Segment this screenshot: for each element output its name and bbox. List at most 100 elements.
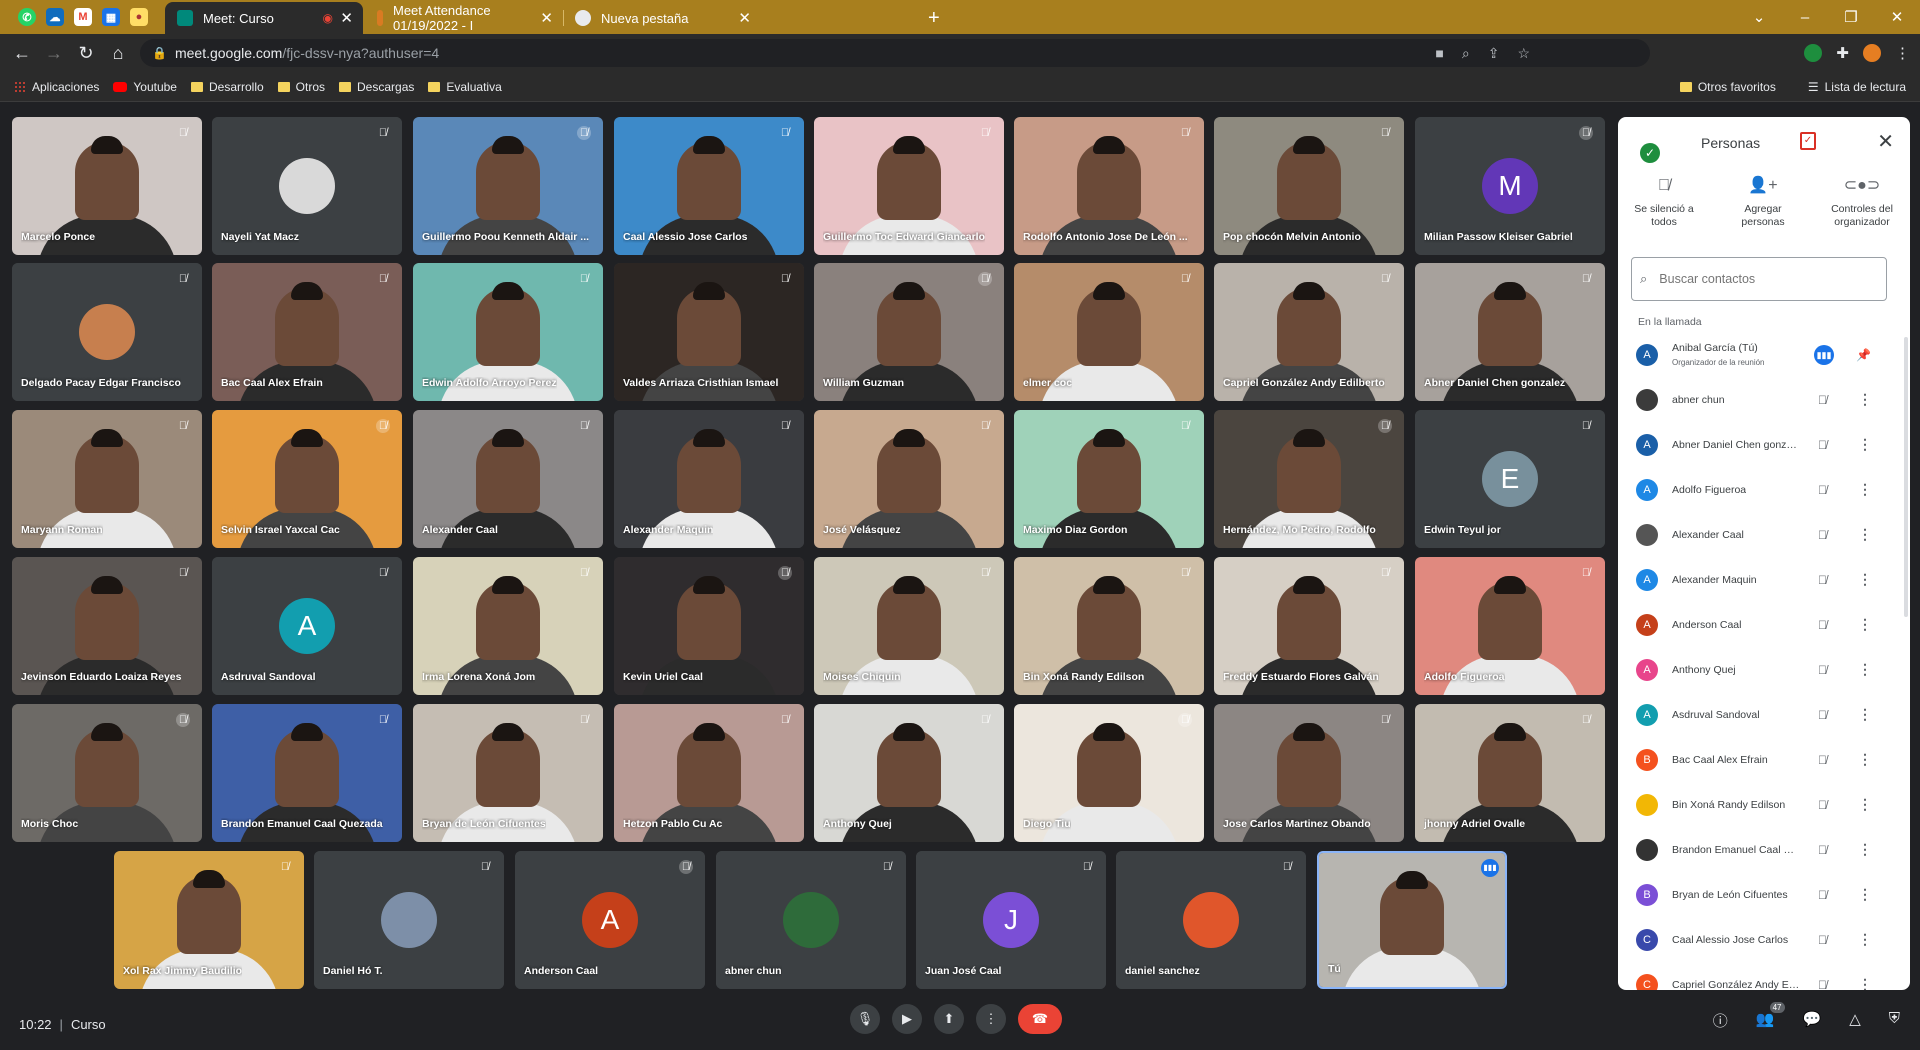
participant-tile[interactable]: J Juan José Caal 🎙̸ xyxy=(916,851,1106,989)
mic-button[interactable]: 🎙 xyxy=(850,1004,880,1034)
participant-tile[interactable]: Alexander Caal 🎙̸ xyxy=(413,410,603,548)
participant-tile[interactable]: Moris Choc 🎙̸ xyxy=(12,704,202,842)
muted-mic-icon[interactable]: 🎙̸ xyxy=(1818,753,1827,767)
participant-tile[interactable]: Maryann Roman 🎙̸ xyxy=(12,410,202,548)
muted-mic-icon[interactable]: 🎙̸ xyxy=(1818,798,1827,812)
bookmark-otros[interactable]: Otros xyxy=(277,80,325,94)
participant-tile[interactable]: Abner Daniel Chen gonzalez 🎙̸ xyxy=(1415,263,1605,401)
more-vert-icon[interactable]: ⋮ xyxy=(1858,571,1872,588)
shield-icon[interactable]: ⛨ xyxy=(1889,1010,1900,1031)
more-vert-icon[interactable]: ⋮ xyxy=(1858,706,1872,723)
list-item[interactable]: Bin Xoná Randy Edilson 🎙̸ ⋮ xyxy=(1618,782,1910,827)
tab-meet[interactable]: Meet: Curso ◉ ✕ xyxy=(165,2,363,34)
participant-tile[interactable]: Valdes Arriaza Cristhian Ismael 🎙̸ xyxy=(614,263,804,401)
host-controls-button[interactable]: ⊂●⊃ Controles del organizador xyxy=(1822,178,1902,229)
muted-mic-icon[interactable]: 🎙̸ xyxy=(1818,438,1827,452)
scrollbar[interactable] xyxy=(1904,337,1908,617)
activities-icon[interactable]: △ xyxy=(1849,1010,1861,1031)
participant-tile[interactable]: Caal Alessio Jose Carlos 🎙̸ xyxy=(614,117,804,255)
profile-avatar-icon[interactable] xyxy=(1863,44,1881,62)
participant-tile[interactable]: Irma Lorena Xoná Jom 🎙̸ xyxy=(413,557,603,695)
pin-icon[interactable]: 📌 xyxy=(1856,348,1871,362)
participant-tile[interactable]: Anthony Quej 🎙̸ xyxy=(814,704,1004,842)
minimize-icon[interactable]: – xyxy=(1782,9,1828,26)
participant-tile[interactable]: elmer coc 🎙̸ xyxy=(1014,263,1204,401)
camera-icon[interactable]: ■ xyxy=(1435,45,1443,61)
participant-tile[interactable]: Jose Carlos Martinez Obando 🎙̸ xyxy=(1214,704,1404,842)
participant-tile[interactable]: abner chun 🎙̸ xyxy=(716,851,906,989)
puzzle-extensions-icon[interactable]: ✚ xyxy=(1836,44,1849,62)
muted-mic-icon[interactable]: 🎙̸ xyxy=(1818,888,1827,902)
more-vert-icon[interactable]: ⋮ xyxy=(1858,886,1872,903)
participant-tile[interactable]: Brandon Emanuel Caal Quezada 🎙̸ xyxy=(212,704,402,842)
participant-tile[interactable]: Edwin Adolfo Arroyo Perez 🎙̸ xyxy=(413,263,603,401)
camera-button[interactable]: ▶ xyxy=(892,1004,922,1034)
forward-icon[interactable]: → xyxy=(38,43,70,64)
list-item[interactable]: A Asdruval Sandoval 🎙̸ ⋮ xyxy=(1618,692,1910,737)
participant-tile[interactable]: José Velásquez 🎙̸ xyxy=(814,410,1004,548)
add-people-button[interactable]: 👤+ Agregar personas xyxy=(1723,178,1803,229)
more-vert-icon[interactable]: ⋮ xyxy=(1858,436,1872,453)
list-item[interactable]: A Anderson Caal 🎙̸ ⋮ xyxy=(1618,602,1910,647)
more-vert-icon[interactable]: ⋮ xyxy=(1858,841,1872,858)
muted-mic-icon[interactable]: 🎙̸ xyxy=(1818,663,1827,677)
gmail-icon[interactable]: M xyxy=(74,8,92,26)
menu-kebab-icon[interactable]: ⋮ xyxy=(1895,44,1910,62)
more-vert-icon[interactable]: ⋮ xyxy=(1858,796,1872,813)
tab-new[interactable]: Nueva pestaña ✕ xyxy=(563,2,761,34)
bookmark-desarrollo[interactable]: Desarrollo xyxy=(190,80,264,94)
more-vert-icon[interactable]: ⋮ xyxy=(1858,526,1872,543)
close-window-icon[interactable]: ✕ xyxy=(1874,8,1920,26)
muted-mic-icon[interactable]: 🎙̸ xyxy=(1818,573,1827,587)
list-item[interactable]: A Anthony Quej 🎙̸ ⋮ xyxy=(1618,647,1910,692)
participant-tile[interactable]: Moises Chiquin 🎙̸ xyxy=(814,557,1004,695)
search-input[interactable] xyxy=(1659,272,1860,286)
bookmark-descargas[interactable]: Descargas xyxy=(339,80,414,94)
participant-tile[interactable]: E Edwin Teyul jor 🎙̸ xyxy=(1415,410,1605,548)
list-item[interactable]: abner chun 🎙̸ ⋮ xyxy=(1618,377,1910,422)
bookmark-youtube[interactable]: Youtube xyxy=(113,80,177,94)
muted-mic-icon[interactable]: 🎙̸ xyxy=(1818,483,1827,497)
tab-search-icon[interactable]: ⌄ xyxy=(1736,8,1782,26)
calendar-icon[interactable]: ▦ xyxy=(102,8,120,26)
participant-tile[interactable]: Xol Rax Jimmy Baudilio 🎙̸ xyxy=(114,851,304,989)
participant-tile[interactable]: Marcelo Ponce 🎙̸ xyxy=(12,117,202,255)
participant-tile[interactable]: Adolfo Figueroa 🎙̸ xyxy=(1415,557,1605,695)
muted-mic-icon[interactable]: 🎙̸ xyxy=(1818,843,1827,857)
participant-tile[interactable]: Tú ▮▮▮ xyxy=(1317,851,1507,989)
list-item[interactable]: A Adolfo Figueroa 🎙̸ ⋮ xyxy=(1618,467,1910,512)
participant-tile[interactable]: Nayeli Yat Macz 🎙̸ xyxy=(212,117,402,255)
tab-attendance[interactable]: Meet Attendance 01/19/2022 - I ✕ xyxy=(365,2,563,34)
address-bar[interactable]: 🔒 meet.google.com/fjc-dssv-nya?authuser=… xyxy=(140,39,1650,67)
bookmark-star-icon[interactable]: ☆ xyxy=(1517,45,1530,62)
leave-call-button[interactable]: ☎ xyxy=(1018,1004,1062,1034)
whatsapp-icon[interactable]: ✆ xyxy=(18,8,36,26)
more-vert-icon[interactable]: ⋮ xyxy=(1858,391,1872,408)
muted-mic-icon[interactable]: 🎙̸ xyxy=(1818,618,1827,632)
participant-tile[interactable]: Bryan de León Cifuentes 🎙̸ xyxy=(413,704,603,842)
participant-tile[interactable]: Pop chocón Melvin Antonio 🎙̸ xyxy=(1214,117,1404,255)
participant-tile[interactable]: Diego Tiu 🎙̸ xyxy=(1014,704,1204,842)
participant-tile[interactable]: Hetzon Pablo Cu Ac 🎙̸ xyxy=(614,704,804,842)
participant-tile[interactable]: Bac Caal Alex Efrain 🎙̸ xyxy=(212,263,402,401)
list-item[interactable]: A Alexander Maquin 🎙̸ ⋮ xyxy=(1618,557,1910,602)
participant-tile[interactable]: Freddy Estuardo Flores Galván 🎙̸ xyxy=(1214,557,1404,695)
people-button[interactable]: 👥 47 xyxy=(1756,1002,1785,1031)
more-vert-icon[interactable]: ⋮ xyxy=(1858,931,1872,948)
participant-tile[interactable]: Alexander Maquin 🎙̸ xyxy=(614,410,804,548)
participant-tile[interactable]: Guillermo Poou Kenneth Aldair ... 🎙̸ xyxy=(413,117,603,255)
bookmark-apps[interactable]: Aplicaciones xyxy=(14,80,99,94)
participant-tile[interactable]: M Milian Passow Kleiser Gabriel 🎙̸ xyxy=(1415,117,1605,255)
restore-icon[interactable]: ❐ xyxy=(1828,8,1874,26)
participant-tile[interactable]: A Anderson Caal 🎙̸ xyxy=(515,851,705,989)
grammarly-check-icon[interactable] xyxy=(1804,44,1823,62)
participant-tile[interactable]: Hernández, Mo Pedro, Rodolfo 🎙̸ xyxy=(1214,410,1404,548)
more-vert-icon[interactable]: ⋮ xyxy=(1858,751,1872,768)
share-icon[interactable]: ⇪ xyxy=(1488,45,1500,62)
attendance-task-icon[interactable]: ✓ xyxy=(1800,132,1816,150)
home-icon[interactable]: ⌂ xyxy=(102,43,134,64)
bookmark-evaluativa[interactable]: Evaluativa xyxy=(428,80,502,94)
close-tab-icon[interactable]: ✕ xyxy=(340,9,353,27)
list-item[interactable]: B Bac Caal Alex Efrain 🎙̸ ⋮ xyxy=(1618,737,1910,782)
close-tab-icon[interactable]: ✕ xyxy=(540,9,553,27)
